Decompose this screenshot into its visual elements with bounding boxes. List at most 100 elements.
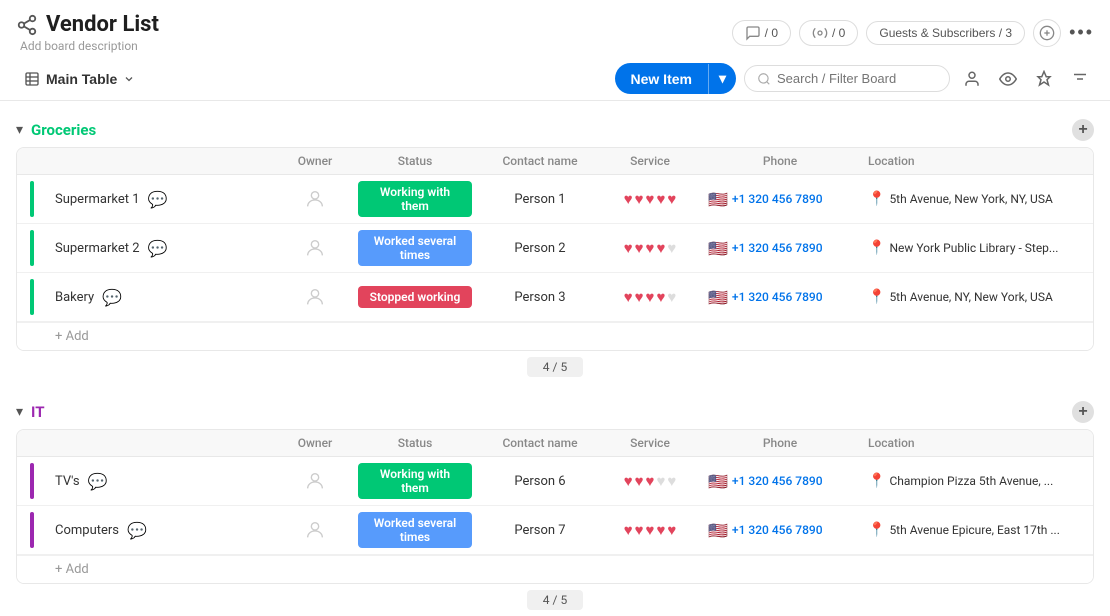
chat-icon[interactable]: 💬 — [102, 288, 122, 307]
search-input[interactable] — [777, 71, 937, 86]
eye-icon-button[interactable] — [994, 65, 1022, 93]
row-location-cell: 📍 5th Avenue Epicure, East 17th ... — [860, 516, 1093, 544]
row-status-cell[interactable]: Working with them — [350, 457, 480, 505]
col-header-contact: Contact name — [480, 148, 600, 174]
row-name: Supermarket 1 — [55, 192, 140, 207]
groceries-summary: 4 / 5 — [16, 351, 1094, 383]
row-location-cell: 📍 5th Avenue, New York, NY, USA — [860, 185, 1093, 213]
it-table: Owner Status Contact name Service Phone … — [16, 429, 1094, 584]
toolbar-left: Main Table — [16, 67, 143, 91]
header-left: Vendor List Add board description — [16, 12, 159, 53]
flag-icon: 🇺🇸 — [708, 190, 728, 209]
status-badge: Working with them — [358, 181, 472, 217]
pin-icon-button[interactable] — [1030, 65, 1058, 93]
owner-avatar — [304, 286, 326, 308]
chat-icon[interactable]: 💬 — [88, 472, 108, 491]
person-icon-button[interactable] — [958, 65, 986, 93]
row-status-cell[interactable]: Worked several times — [350, 224, 480, 272]
heart: ♥ — [656, 288, 665, 306]
board-description[interactable]: Add board description — [20, 39, 159, 53]
location-value: 📍 5th Avenue, New York, NY, USA — [868, 191, 1053, 207]
phone-number: +1 320 456 7890 — [732, 474, 823, 488]
guests-label: Guests & Subscribers / 3 — [879, 26, 1012, 40]
row-service-cell: ♥ ♥ ♥ ♥ ♥ — [600, 466, 700, 496]
row-color-bar — [30, 279, 34, 315]
row-phone-cell: 🇺🇸 +1 320 456 7890 — [700, 184, 860, 215]
status-badge: Stopped working — [358, 286, 472, 308]
heart-empty: ♥ — [667, 288, 676, 306]
col-header-name — [47, 430, 280, 456]
groceries-add-row[interactable]: + Add — [17, 322, 1093, 350]
main-table-label: Main Table — [46, 71, 117, 87]
heart: ♥ — [624, 288, 633, 306]
chevron-down-icon — [123, 73, 135, 85]
phone-value: 🇺🇸 +1 320 456 7890 — [708, 472, 823, 491]
guests-button[interactable]: Guests & Subscribers / 3 — [866, 21, 1025, 45]
location-pin-icon: 📍 — [868, 289, 885, 305]
col-header-contact: Contact name — [480, 430, 600, 456]
row-status-cell[interactable]: Stopped working — [350, 280, 480, 314]
row-service-cell: ♥ ♥ ♥ ♥ ♥ — [600, 233, 700, 263]
more-options-button[interactable]: ••• — [1069, 22, 1094, 43]
col-header-owner: Owner — [280, 430, 350, 456]
groceries-add-col-button[interactable]: + — [1072, 119, 1094, 141]
filter-icon-button[interactable] — [1066, 65, 1094, 93]
row-owner-cell — [280, 464, 350, 498]
it-add-row[interactable]: + Add — [17, 555, 1093, 583]
row-color-cell — [17, 224, 47, 272]
row-phone-cell: 🇺🇸 +1 320 456 7890 — [700, 282, 860, 313]
groceries-table: Owner Status Contact name Service Phone … — [16, 147, 1094, 351]
activity-icon — [745, 25, 761, 41]
more-icon: ••• — [1069, 22, 1094, 42]
it-section: ▾ IT + Owner Status Contact name Service… — [16, 395, 1094, 616]
table-row: Bakery 💬 Stopped working Person 3 ♥ ♥ ♥ … — [17, 273, 1093, 322]
app-title-row: Vendor List — [16, 12, 159, 37]
row-color-cell — [17, 273, 47, 321]
location-value: 📍 5th Avenue, NY, New York, USA — [868, 289, 1053, 305]
col-header-status: Status — [350, 148, 480, 174]
groceries-title[interactable]: Groceries — [31, 121, 96, 139]
toolbar-right: New Item ▾ — [615, 63, 1095, 94]
col-header-phone: Phone — [700, 148, 860, 174]
new-item-button[interactable]: New Item ▾ — [615, 63, 737, 94]
location-pin-icon: 📍 — [868, 240, 885, 256]
app-header: Vendor List Add board description / 0 / … — [0, 0, 1110, 57]
row-contact-cell: Person 6 — [480, 468, 600, 495]
activity-button[interactable]: / 0 — [732, 20, 791, 46]
header-right: / 0 / 0 Guests & Subscribers / 3 ••• — [732, 19, 1094, 47]
main-table-button[interactable]: Main Table — [16, 67, 143, 91]
heart: ♥ — [624, 239, 633, 257]
chat-icon[interactable]: 💬 — [127, 521, 147, 540]
chat-icon[interactable]: 💬 — [148, 239, 168, 258]
row-status-cell[interactable]: Working with them — [350, 175, 480, 223]
col-header-owner: Owner — [280, 148, 350, 174]
col-header-location: Location — [860, 430, 1093, 456]
chat-icon[interactable]: 💬 — [148, 190, 168, 209]
col-header-service: Service — [600, 148, 700, 174]
row-name: TV's — [55, 474, 80, 489]
table-row: Supermarket 2 💬 Worked several times Per… — [17, 224, 1093, 273]
hearts: ♥ ♥ ♥ ♥ ♥ — [624, 288, 677, 306]
automation-button[interactable]: / 0 — [799, 20, 858, 46]
location-text: New York Public Library - Step... — [889, 241, 1058, 255]
row-name-cell: TV's 💬 — [47, 466, 280, 497]
row-phone-cell: 🇺🇸 +1 320 456 7890 — [700, 233, 860, 264]
status-badge: Working with them — [358, 463, 472, 499]
add-invite-button[interactable] — [1033, 19, 1061, 47]
groceries-col-headers: Owner Status Contact name Service Phone … — [17, 148, 1093, 175]
row-contact-cell: Person 2 — [480, 235, 600, 262]
heart: ♥ — [667, 521, 676, 539]
heart: ♥ — [635, 239, 644, 257]
phone-number: +1 320 456 7890 — [732, 290, 823, 304]
row-owner-cell — [280, 280, 350, 314]
it-toggle[interactable]: ▾ — [16, 404, 23, 420]
it-add-col-button[interactable]: + — [1072, 401, 1094, 423]
row-location-cell: 📍 Champion Pizza 5th Avenue, ... — [860, 467, 1093, 495]
groceries-toggle[interactable]: ▾ — [16, 122, 23, 138]
groceries-summary-badge: 4 / 5 — [527, 357, 583, 377]
row-status-cell[interactable]: Worked several times — [350, 506, 480, 554]
it-title[interactable]: IT — [31, 403, 44, 421]
flag-icon: 🇺🇸 — [708, 521, 728, 540]
add-row-label: + Add — [55, 329, 89, 344]
row-phone-cell: 🇺🇸 +1 320 456 7890 — [700, 466, 860, 497]
